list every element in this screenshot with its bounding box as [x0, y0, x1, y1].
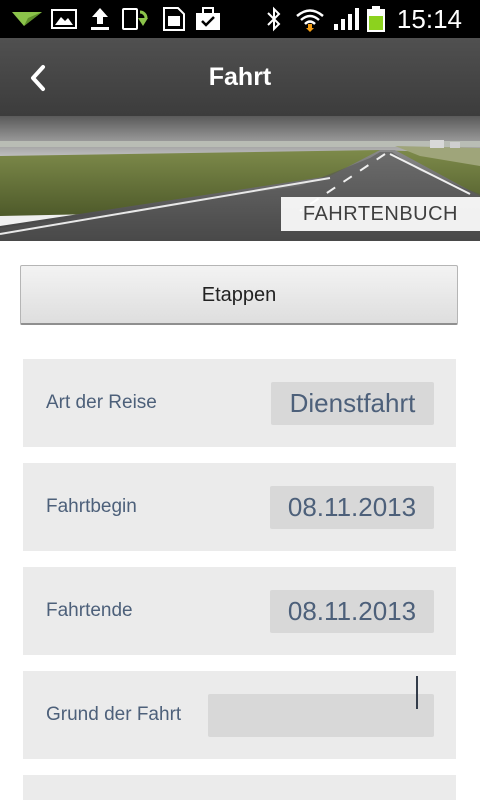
text-cursor [416, 676, 418, 709]
form-row-fahrtende: Fahrtende 08.11.2013 [23, 567, 456, 655]
send-icon [12, 12, 42, 26]
fahrtende-date-picker[interactable]: 08.11.2013 [270, 590, 434, 633]
banner-title: FAHRTENBUCH [280, 197, 480, 231]
update-icon [122, 8, 148, 30]
art-der-reise-select[interactable]: Dienstfahrt [271, 382, 434, 425]
bluetooth-icon [267, 6, 281, 32]
page-title: Fahrt [208, 63, 272, 91]
clock: 15:14 [396, 4, 462, 34]
app-bar: Fahrt [0, 38, 480, 116]
sim-icon [163, 7, 185, 31]
back-button[interactable] [18, 58, 58, 98]
grund-der-fahrt-label: Grund der Fahrt [46, 704, 182, 725]
chevron-left-icon [31, 65, 45, 91]
wifi-icon [296, 9, 324, 32]
upload-icon [91, 8, 109, 30]
gallery-icon [51, 9, 77, 29]
etappen-button[interactable]: Etappen [20, 265, 458, 325]
form-row-partial [23, 775, 456, 800]
grund-der-fahrt-input[interactable] [208, 694, 434, 737]
battery-icon [367, 6, 385, 32]
fahrtbegin-label: Fahrtbegin [46, 496, 137, 517]
status-bar: 15:14 [0, 0, 480, 38]
briefcase-check-icon [196, 7, 220, 30]
art-der-reise-label: Art der Reise [46, 392, 157, 413]
form-row-grund-der-fahrt: Grund der Fahrt [23, 671, 456, 759]
banner-image: FAHRTENBUCH [0, 116, 480, 241]
fahrtende-label: Fahrtende [46, 600, 133, 621]
form-row-art-der-reise: Art der Reise Dienstfahrt [23, 359, 456, 447]
signal-icon [334, 8, 359, 30]
fahrtbegin-date-picker[interactable]: 08.11.2013 [270, 486, 434, 529]
form-row-fahrtbegin: Fahrtbegin 08.11.2013 [23, 463, 456, 551]
